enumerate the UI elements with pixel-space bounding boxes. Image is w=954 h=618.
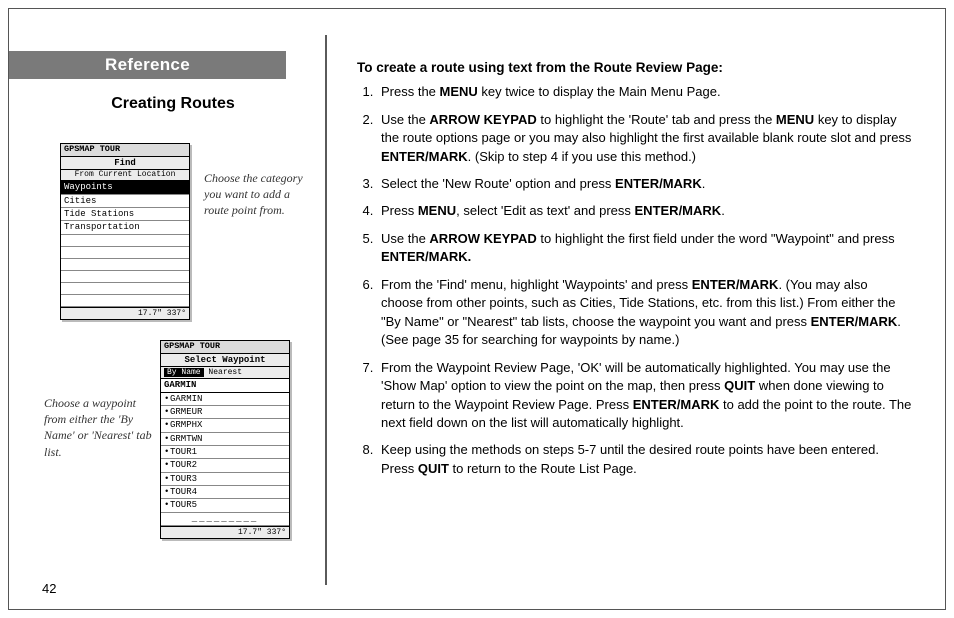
device-row: •TOUR2: [161, 459, 289, 472]
caption-waypoint: Choose a waypoint from either the 'By Na…: [44, 395, 154, 460]
device-row-empty: [61, 283, 189, 295]
device-title: GPSMAP TOUR: [61, 144, 189, 157]
device-footer: 17.7" 337°: [161, 526, 289, 538]
device-row: Tide Stations: [61, 208, 189, 221]
device-tabs: By Name Nearest: [161, 367, 289, 379]
instruction-step: Use the ARROW KEYPAD to highlight the fi…: [377, 230, 913, 267]
instruction-step: Press MENU, select 'Edit as text' and pr…: [377, 202, 913, 220]
section-heading: Creating Routes: [60, 95, 286, 113]
device-screenshot-waypoint: GPSMAP TOUR Select Waypoint By Name Near…: [160, 340, 290, 539]
device-row: Cities: [61, 195, 189, 208]
instruction-step: Press the MENU key twice to display the …: [377, 83, 913, 101]
device-row: Transportation: [61, 221, 189, 234]
device-footer: 17.7" 337°: [61, 307, 189, 319]
device-tab: Nearest: [208, 368, 242, 377]
device-row: •TOUR5: [161, 499, 289, 512]
instruction-step: From the 'Find' menu, highlight 'Waypoin…: [377, 276, 913, 350]
device-row-empty: [61, 235, 189, 247]
instruction-step: Select the 'New Route' option and press …: [377, 175, 913, 193]
device-row-empty: [61, 295, 189, 307]
instructions-heading: To create a route using text from the Ro…: [357, 58, 913, 77]
device-row: •TOUR3: [161, 473, 289, 486]
device-row-empty: [61, 247, 189, 259]
instruction-step: Keep using the methods on steps 5-7 unti…: [377, 441, 913, 478]
device-filter-row: GARMIN: [161, 379, 289, 392]
device-row-selected: Waypoints: [61, 181, 189, 194]
instructions-content: To create a route using text from the Ro…: [357, 58, 913, 487]
device-row-blank: _________: [161, 513, 289, 526]
device-row-empty: [61, 259, 189, 271]
device-title: GPSMAP TOUR: [161, 341, 289, 354]
instruction-step: From the Waypoint Review Page, 'OK' will…: [377, 359, 913, 433]
instruction-step: Use the ARROW KEYPAD to highlight the 'R…: [377, 111, 913, 166]
device-header: Find: [61, 157, 189, 170]
device-row: •GRMEUR: [161, 406, 289, 419]
device-screenshot-find: GPSMAP TOUR Find From Current Location W…: [60, 143, 190, 320]
caption-find: Choose the category you want to add a ro…: [204, 170, 314, 219]
device-row-empty: [61, 271, 189, 283]
device-tab-selected: By Name: [164, 368, 204, 377]
reference-bar: Reference: [9, 51, 286, 79]
device-subheader: From Current Location: [61, 170, 189, 181]
instructions-list: Press the MENU key twice to display the …: [357, 83, 913, 478]
device-row: •GRMPHX: [161, 419, 289, 432]
device-row: •TOUR1: [161, 446, 289, 459]
page-number: 42: [42, 581, 56, 596]
column-divider: [325, 35, 327, 585]
device-header: Select Waypoint: [161, 354, 289, 367]
device-row: •GRMTWN: [161, 433, 289, 446]
manual-page: Reference Creating Routes GPSMAP TOUR Fi…: [0, 0, 954, 618]
reference-label: Reference: [105, 55, 190, 75]
device-row: •TOUR4: [161, 486, 289, 499]
device-row: •GARMIN: [161, 393, 289, 406]
